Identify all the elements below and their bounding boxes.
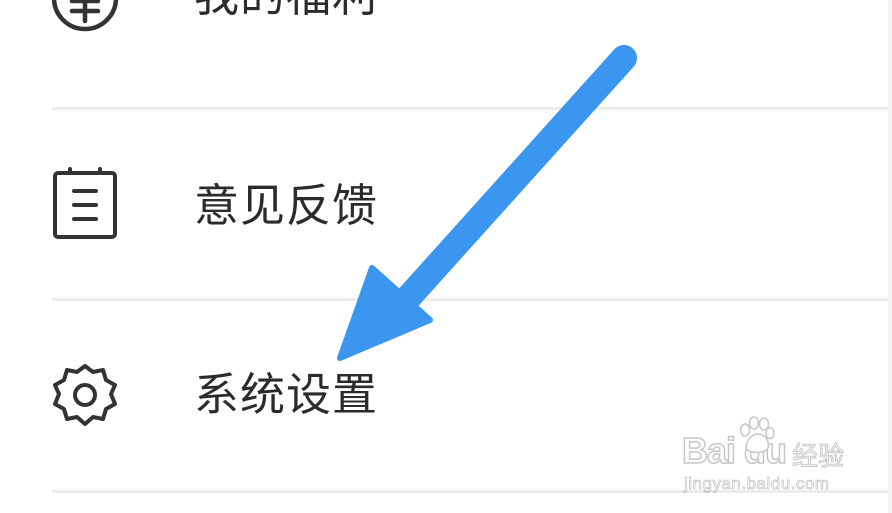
menu-item-label: 意见反馈: [194, 179, 379, 232]
watermark-name: 经验: [791, 442, 845, 473]
gear-icon: [48, 360, 122, 434]
divider: [52, 298, 892, 301]
yuan-coin-icon: [48, 0, 122, 35]
clipboard-icon: [48, 166, 122, 240]
menu-item-feedback[interactable]: 意见反馈: [0, 154, 892, 254]
paw-logo-icon: [739, 416, 775, 454]
divider: [52, 107, 892, 110]
watermark-url: jingyan.baidu.com: [684, 474, 830, 494]
menu-item-label: 系统设置: [194, 368, 379, 421]
menu-item-my-benefits[interactable]: 我的福利: [0, 0, 892, 48]
menu-item-label: 我的福利: [194, 0, 378, 24]
baidu-jingyan-watermark: Bai du 经验 jingyan.baidu.com: [680, 410, 850, 500]
scroll-edge: [888, 0, 892, 513]
